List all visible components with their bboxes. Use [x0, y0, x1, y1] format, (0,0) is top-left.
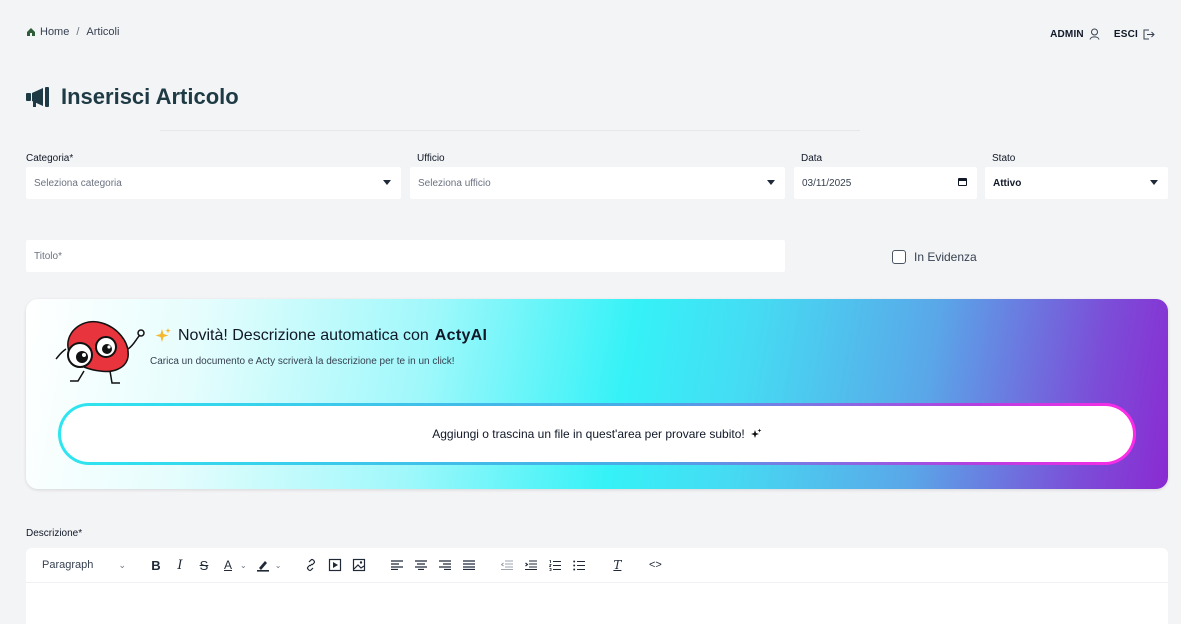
sparkle-icon [750, 428, 762, 438]
calendar-icon[interactable] [958, 178, 967, 186]
descrizione-label: Descrizione* [26, 528, 83, 539]
actyai-banner: Novità! Descrizione automatica con ActyA… [26, 299, 1168, 489]
italic-icon[interactable]: I [170, 555, 190, 575]
chevron-down-icon[interactable]: ⌄ [240, 561, 247, 570]
bullet-list-icon[interactable] [569, 555, 589, 575]
highlight-icon[interactable] [253, 555, 273, 575]
caret-down-icon [767, 180, 775, 185]
rich-text-editor[interactable]: Paragraph ⌄ B I S A ⌄ ⌄ T <> [26, 548, 1168, 624]
outdent-icon[interactable] [497, 555, 517, 575]
block-format-select[interactable]: Paragraph ⌄ [36, 554, 132, 576]
sparkle-icon [155, 328, 171, 342]
bold-icon[interactable]: B [146, 555, 166, 575]
dropzone-text: Aggiungi o trascina un file in quest'are… [432, 427, 745, 441]
in-evidenza-checkbox[interactable]: In Evidenza [892, 250, 977, 264]
checkbox-box[interactable] [892, 250, 906, 264]
breadcrumb-current: Articoli [86, 26, 120, 38]
breadcrumb-separator: / [76, 26, 80, 38]
stato-label: Stato [992, 153, 1016, 164]
indent-icon[interactable] [521, 555, 541, 575]
titolo-placeholder: Titolo* [34, 250, 62, 262]
breadcrumb: Home / Articoli [26, 26, 119, 38]
page-title: Inserisci Articolo [26, 84, 239, 110]
block-format-value: Paragraph [42, 559, 94, 571]
categoria-label: Categoria* [26, 153, 74, 164]
chevron-down-icon: ⌄ [118, 559, 126, 570]
data-input[interactable]: 03/11/2025 [794, 167, 977, 199]
align-center-icon[interactable] [411, 555, 431, 575]
align-left-icon[interactable] [387, 555, 407, 575]
in-evidenza-label: In Evidenza [914, 250, 977, 264]
logout-icon [1143, 29, 1155, 39]
editor-toolbar: Paragraph ⌄ B I S A ⌄ ⌄ T <> [26, 548, 1168, 583]
ufficio-placeholder: Seleziona ufficio [418, 177, 491, 189]
logout-label: ESCI [1113, 28, 1138, 40]
megaphone-icon [26, 87, 49, 107]
user-menu[interactable]: ADMIN [1050, 28, 1100, 40]
titolo-input[interactable]: Titolo* [26, 240, 785, 272]
categoria-placeholder: Seleziona categoria [34, 177, 122, 189]
numbered-list-icon[interactable] [545, 555, 565, 575]
align-right-icon[interactable] [435, 555, 455, 575]
caret-down-icon [1150, 180, 1158, 185]
clear-formatting-icon[interactable]: T [607, 555, 627, 575]
categoria-select[interactable]: Seleziona categoria [26, 167, 401, 199]
breadcrumb-home[interactable]: Home [40, 26, 69, 38]
data-label: Data [801, 153, 823, 164]
banner-title-brand: ActyAI [434, 327, 488, 344]
strikethrough-icon[interactable]: S [194, 555, 214, 575]
banner-title: Novità! Descrizione automatica con ActyA… [154, 327, 487, 345]
align-justify-icon[interactable] [459, 555, 479, 575]
source-code-icon[interactable]: <> [645, 555, 665, 575]
data-value: 03/11/2025 [802, 177, 852, 189]
acty-mascot-icon [55, 320, 145, 384]
user-name: ADMIN [1050, 28, 1084, 40]
page-title-text: Inserisci Articolo [61, 84, 239, 109]
ufficio-label: Ufficio [417, 153, 445, 164]
user-icon [1089, 28, 1100, 40]
ufficio-select[interactable]: Seleziona ufficio [410, 167, 785, 199]
user-bar: ADMIN ESCI [1050, 28, 1155, 40]
banner-subtitle: Carica un documento e Acty scriverà la d… [150, 356, 455, 367]
image-icon[interactable] [349, 555, 369, 575]
stato-select[interactable]: Attivo [985, 167, 1168, 199]
media-icon[interactable] [325, 555, 345, 575]
title-divider [160, 130, 860, 131]
file-dropzone[interactable]: Aggiungi o trascina un file in quest'are… [58, 403, 1136, 465]
text-color-icon[interactable]: A [218, 555, 238, 575]
link-icon[interactable] [301, 555, 321, 575]
banner-title-prefix: Novità! Descrizione automatica con [178, 327, 429, 344]
logout-button[interactable]: ESCI [1114, 29, 1155, 40]
stato-value: Attivo [993, 177, 1022, 189]
chevron-down-icon[interactable]: ⌄ [275, 561, 282, 570]
caret-down-icon [383, 180, 391, 185]
topbar: Home / Articoli ADMIN ESCI [26, 26, 1155, 42]
home-icon[interactable] [26, 27, 36, 37]
